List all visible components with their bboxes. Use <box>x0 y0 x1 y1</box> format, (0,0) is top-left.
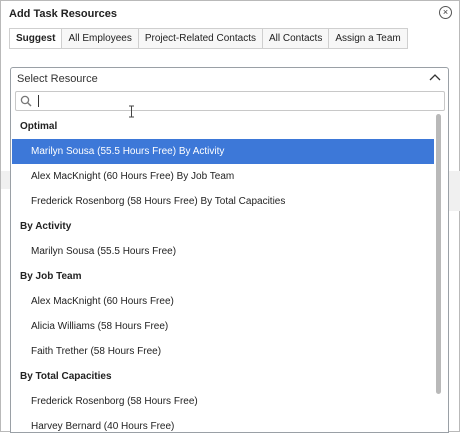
tab-all-employees[interactable]: All Employees <box>61 28 139 49</box>
resource-list[interactable]: Optimal Marilyn Sousa (55.5 Hours Free) … <box>12 114 434 432</box>
close-icon[interactable]: × <box>439 6 452 19</box>
tab-bar: Suggest All Employees Project-Related Co… <box>9 28 408 49</box>
list-item[interactable]: Marilyn Sousa (55.5 Hours Free) By Activ… <box>12 139 434 164</box>
group-header-by-total-capacities: By Total Capacities <box>20 371 112 382</box>
add-task-resources-dialog: Add Task Resources × Suggest All Employe… <box>0 0 460 433</box>
list-item[interactable]: Marilyn Sousa (55.5 Hours Free) <box>12 239 434 264</box>
text-caret <box>38 95 39 107</box>
list-item[interactable]: Alex MacKnight (60 Hours Free) By Job Te… <box>12 164 434 189</box>
group-header-by-job-team: By Job Team <box>20 271 82 282</box>
chevron-up-icon[interactable] <box>429 73 441 81</box>
dialog-title: Add Task Resources <box>9 8 118 20</box>
list-item[interactable]: Alex MacKnight (60 Hours Free) <box>12 289 434 314</box>
background-panel-right <box>449 171 460 211</box>
scrollbar-thumb[interactable] <box>436 114 441 394</box>
list-item[interactable]: Faith Trether (58 Hours Free) <box>12 339 434 364</box>
list-item[interactable]: Frederick Rosenborg (58 Hours Free) By T… <box>12 189 434 214</box>
close-glyph: × <box>442 7 449 17</box>
dropdown-placeholder: Select Resource <box>17 72 98 85</box>
tab-assign-a-team[interactable]: Assign a Team <box>328 28 408 49</box>
ibeam-cursor-icon <box>129 105 134 118</box>
list-item[interactable]: Frederick Rosenborg (58 Hours Free) <box>12 389 434 414</box>
resource-dropdown[interactable]: Select Resource Optimal Marilyn Sousa (5… <box>10 67 449 433</box>
list-item[interactable]: Harvey Bernard (40 Hours Free) <box>12 414 434 432</box>
search-input[interactable] <box>15 91 445 111</box>
tab-suggest[interactable]: Suggest <box>9 28 63 49</box>
group-header-optimal: Optimal <box>20 121 58 132</box>
dropdown-header[interactable]: Select Resource <box>11 68 448 89</box>
background-panel-left <box>1 171 10 189</box>
tab-project-related-contacts[interactable]: Project-Related Contacts <box>137 28 263 49</box>
search-icon <box>20 95 32 107</box>
group-header-by-activity: By Activity <box>20 221 72 232</box>
tab-all-contacts[interactable]: All Contacts <box>261 28 330 49</box>
list-item[interactable]: Alicia Williams (58 Hours Free) <box>12 314 434 339</box>
tab-divider <box>9 48 407 49</box>
